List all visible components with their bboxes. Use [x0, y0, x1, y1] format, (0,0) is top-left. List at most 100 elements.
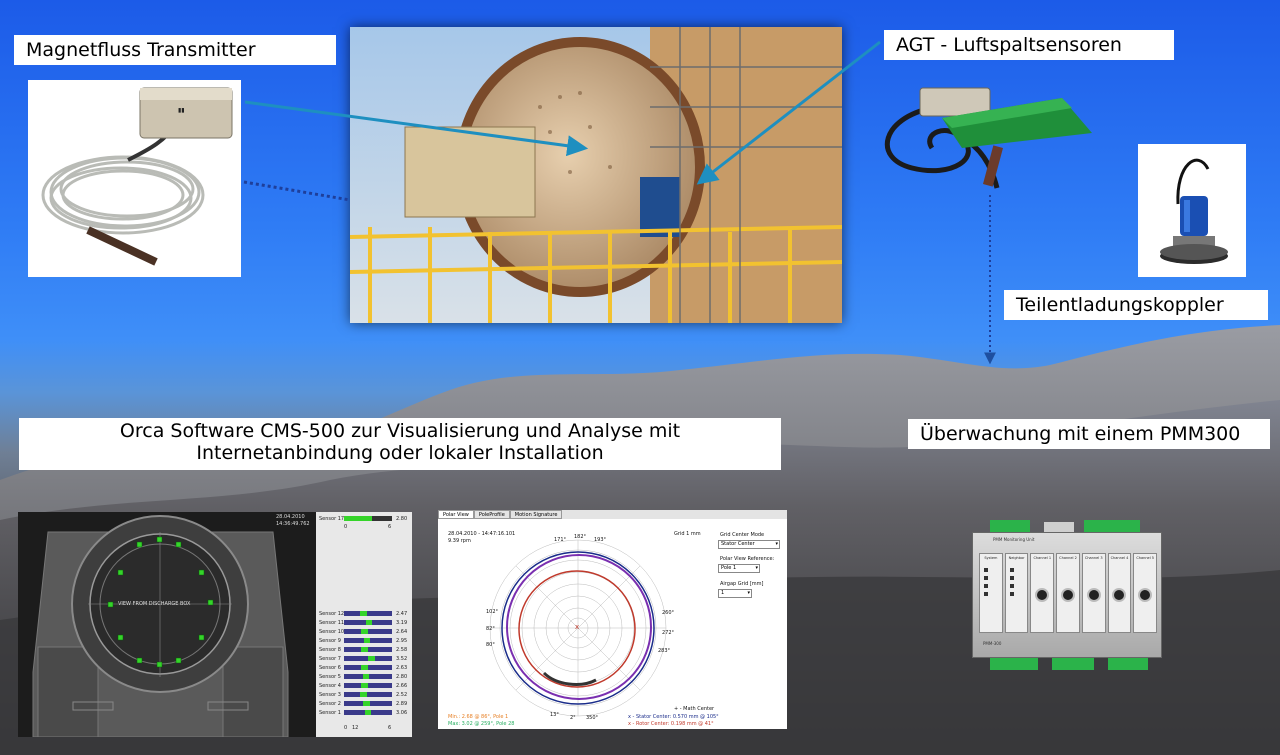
angle-80: 80° [486, 642, 495, 648]
angle-102: 102° [486, 609, 499, 615]
pmm300-column: Channel 4 [1107, 553, 1132, 633]
sensor-value: 2.64 [396, 629, 408, 635]
pmm300-column: System [979, 553, 1003, 633]
sensor-row: Sensor 8 2.58 [316, 646, 412, 654]
grid-center-mode-label: Grid Center Mode [720, 532, 765, 538]
chevron-down-icon: ▾ [747, 590, 750, 596]
sensor-value: 3.06 [396, 710, 408, 716]
sensor-bars-panel: Sensor 17 2.80 0 6 Sensor 12 2.47 Sensor 1… [316, 512, 412, 737]
channel-knob-icon [1112, 588, 1127, 602]
grid-center-mode-value: Stator Center [721, 541, 755, 547]
angle-283: 283° [658, 648, 671, 654]
sensor-row: Sensor 2 2.89 [316, 700, 412, 708]
chevron-down-icon: ▾ [775, 541, 778, 547]
sensor-name: Sensor 2 [319, 701, 341, 707]
sensor-row: Sensor 10 2.64 [316, 628, 412, 636]
sensor-value: 2.58 [396, 647, 408, 653]
angle-171: 171° [554, 537, 567, 543]
sensor-value: 2.89 [396, 701, 408, 707]
sensor-name: Sensor 4 [319, 683, 341, 689]
sensor-value: 2.95 [396, 638, 408, 644]
polar-ref-select[interactable]: Pole 1 ▾ [718, 564, 760, 573]
coupler-icon [1160, 158, 1228, 264]
angle-13: 13° [550, 712, 559, 718]
sensor-name: Sensor 1 [319, 710, 341, 716]
sensor-value: 3.52 [396, 656, 408, 662]
tab-polar-view[interactable]: Polar View [438, 510, 474, 519]
status-led-icon [984, 568, 988, 572]
view-from-discharge-text: VIEW FROM DISCHARGE BOX [118, 601, 191, 607]
pmm300-column: Channel 2 [1056, 553, 1080, 633]
status-led-icon [1009, 568, 1014, 572]
pmm300-column-label: Channel 5 [1136, 556, 1155, 560]
status-led-icon [984, 592, 988, 596]
rotor-timestamp-time: 14:36:49.762 [276, 521, 310, 527]
polar-rpm: 9.39 rpm [448, 538, 471, 544]
sensor-value: 2.80 [396, 674, 408, 680]
sensor-name: Sensor 8 [319, 647, 341, 653]
top-sensor-min: 0 [344, 524, 348, 530]
sensor-bar [344, 683, 392, 688]
sensor-name: Sensor 6 [319, 665, 341, 671]
pmm300-column-label: Channel 4 [1110, 556, 1129, 560]
sensor-axis-min: 0 [344, 725, 348, 731]
airgap-grid-label: Airgap Grid [mm] [720, 581, 764, 587]
svg-text:x: x [575, 623, 579, 631]
pmm300-column-label: Channel 3 [1084, 556, 1103, 560]
sensor-name: Sensor 12 [319, 611, 345, 617]
sensor-value: 2.47 [396, 611, 408, 617]
sensor-name: Sensor 10 [319, 629, 345, 635]
sensor-bar [344, 647, 392, 652]
sensor-bar [344, 611, 392, 616]
top-sensor-bar [344, 516, 392, 521]
pmm300-column-label: Channel 1 [1033, 556, 1052, 560]
pmm300-columns: System Neighbor Channel 1 Channel 2 Channel … [979, 553, 1158, 633]
pmm300-column: Channel 1 [1030, 553, 1055, 633]
sensor-value: 2.52 [396, 692, 408, 698]
polar-grid: Grid 1 mm [674, 531, 701, 537]
sensor-row: Sensor 12 2.47 [316, 610, 412, 618]
tab-pole-profile[interactable]: PoleProfile [473, 510, 510, 519]
sensor-axis-mid: 12 [352, 725, 359, 731]
polar-ref-value: Pole 1 [721, 565, 737, 571]
pmm300-column-label: Neighbor [1008, 556, 1025, 560]
angle-182: 182° [574, 534, 587, 540]
chevron-down-icon: ▾ [755, 565, 758, 571]
channel-knob-icon [1035, 588, 1050, 602]
sensor-value: 2.63 [396, 665, 408, 671]
polar-min-text: Min.: 2.68 @ 86°, Pole 1 [448, 714, 509, 720]
pmm300-column: Neighbor [1004, 553, 1029, 633]
grid-center-mode-select[interactable]: Stator Center ▾ [718, 540, 780, 549]
sensor-name: Sensor 3 [319, 692, 341, 698]
top-sensor-value: 2.80 [396, 516, 408, 522]
polar-max-text: Max: 3.02 @ 259°, Pole 28 [448, 721, 515, 727]
math-center-text: + - Math Center [674, 706, 715, 712]
channel-knob-icon [1061, 588, 1076, 602]
sensor-axis-max: 6 [388, 725, 392, 731]
polar-tabs: Polar View PoleProfile Motion Signature [438, 510, 787, 519]
sensor-row: Sensor 9 2.95 [316, 637, 412, 645]
sensor-value: 3.19 [396, 620, 408, 626]
channel-knob-icon [1086, 588, 1101, 602]
sensor-row: Sensor 11 3.19 [316, 619, 412, 627]
sensor-name: Sensor 5 [319, 674, 341, 680]
sensor-row: Sensor 7 3.52 [316, 655, 412, 663]
angle-350: 350° [586, 715, 599, 721]
sensor-bar [344, 710, 392, 715]
sensor-bar [344, 656, 392, 661]
status-led-icon [984, 584, 988, 588]
sensor-bar [344, 638, 392, 643]
pmm300-body: PMM Monitoring Unit System Neighbor Channe… [972, 532, 1162, 658]
pmm300-footer: PMM-300 [983, 641, 1002, 646]
stator-drawing [32, 515, 289, 737]
status-led-icon [1009, 592, 1014, 596]
sensor-row: Sensor 1 3.06 [316, 709, 412, 717]
sensor-row: Sensor 4 2.66 [316, 682, 412, 690]
sensor-row: Sensor 6 2.63 [316, 664, 412, 672]
tab-motion-signature[interactable]: Motion Signature [509, 510, 563, 519]
angle-193: 193° [594, 537, 607, 543]
angle-260: 260° [662, 610, 675, 616]
airgap-sensor-image [884, 87, 1092, 189]
sensor-bar [344, 620, 392, 625]
airgap-grid-select[interactable]: 1 ▾ [718, 589, 752, 598]
